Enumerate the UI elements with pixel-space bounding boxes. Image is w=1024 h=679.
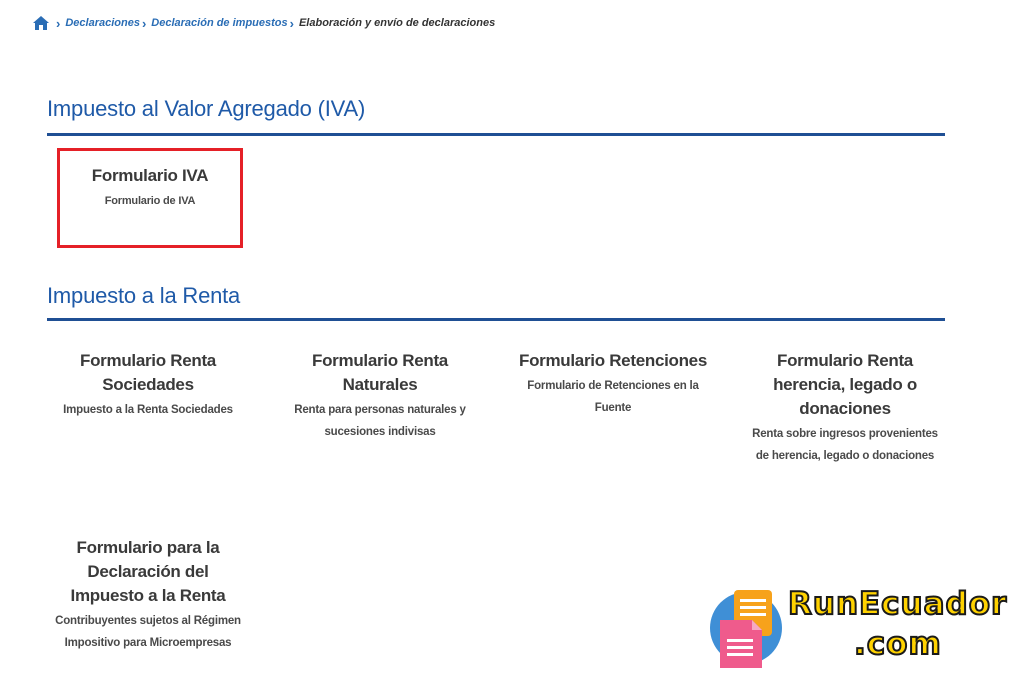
card-title[interactable]: Formulario Renta Sociedades bbox=[50, 349, 246, 397]
section-title-renta: Impuesto a la Renta bbox=[47, 283, 241, 308]
card-title[interactable]: Formulario Retenciones bbox=[508, 349, 718, 373]
card-description: Contribuyentes sujetos al Régimen Imposi… bbox=[55, 615, 241, 649]
watermark-tld: .com bbox=[853, 625, 942, 663]
section-divider bbox=[47, 133, 945, 136]
chevron-right-icon: › bbox=[141, 15, 147, 31]
breadcrumb-link-declaracion-impuestos[interactable]: Declaración de impuestos bbox=[151, 17, 287, 29]
card-description: Formulario de Retenciones en la Fuente bbox=[527, 380, 699, 414]
home-icon[interactable] bbox=[32, 15, 50, 31]
card-description: Renta para personas naturales y sucesion… bbox=[294, 404, 466, 438]
card-renta-naturales[interactable]: Formulario Renta Naturales Renta para pe… bbox=[285, 349, 475, 443]
card-title[interactable]: Formulario Renta Naturales bbox=[285, 349, 475, 397]
card-retenciones[interactable]: Formulario Retenciones Formulario de Ret… bbox=[508, 349, 718, 419]
breadcrumb-link-declaraciones[interactable]: Declaraciones bbox=[65, 17, 140, 29]
card-title[interactable]: Formulario para la Declaración del Impue… bbox=[45, 536, 251, 608]
card-description: Renta sobre ingresos provenientes de her… bbox=[752, 428, 938, 462]
card-renta-microempresas[interactable]: Formulario para la Declaración del Impue… bbox=[45, 536, 251, 654]
breadcrumb: › Declaraciones › Declaración de impuest… bbox=[32, 14, 495, 32]
section-divider bbox=[47, 318, 945, 321]
watermark-brand: RunEcuador bbox=[787, 585, 1008, 623]
card-description: Formulario de IVA bbox=[104, 195, 196, 207]
section-title-iva: Impuesto al Valor Agregado (IVA) bbox=[47, 96, 366, 121]
card-description: Impuesto a la Renta Sociedades bbox=[63, 404, 233, 416]
document-icon bbox=[710, 590, 782, 668]
watermark-logo: RunEcuador .com bbox=[706, 584, 1016, 674]
card-formulario-iva[interactable]: Formulario IVA Formulario de IVA bbox=[62, 164, 238, 212]
chevron-right-icon: › bbox=[56, 15, 61, 31]
card-title[interactable]: Formulario IVA bbox=[62, 164, 238, 188]
chevron-right-icon: › bbox=[289, 15, 294, 31]
breadcrumb-current: Elaboración y envío de declaraciones bbox=[298, 17, 496, 29]
card-renta-herencia[interactable]: Formulario Renta herencia, legado o dona… bbox=[745, 349, 945, 467]
card-renta-sociedades[interactable]: Formulario Renta Sociedades Impuesto a l… bbox=[50, 349, 246, 421]
card-title[interactable]: Formulario Renta herencia, legado o dona… bbox=[745, 349, 945, 421]
